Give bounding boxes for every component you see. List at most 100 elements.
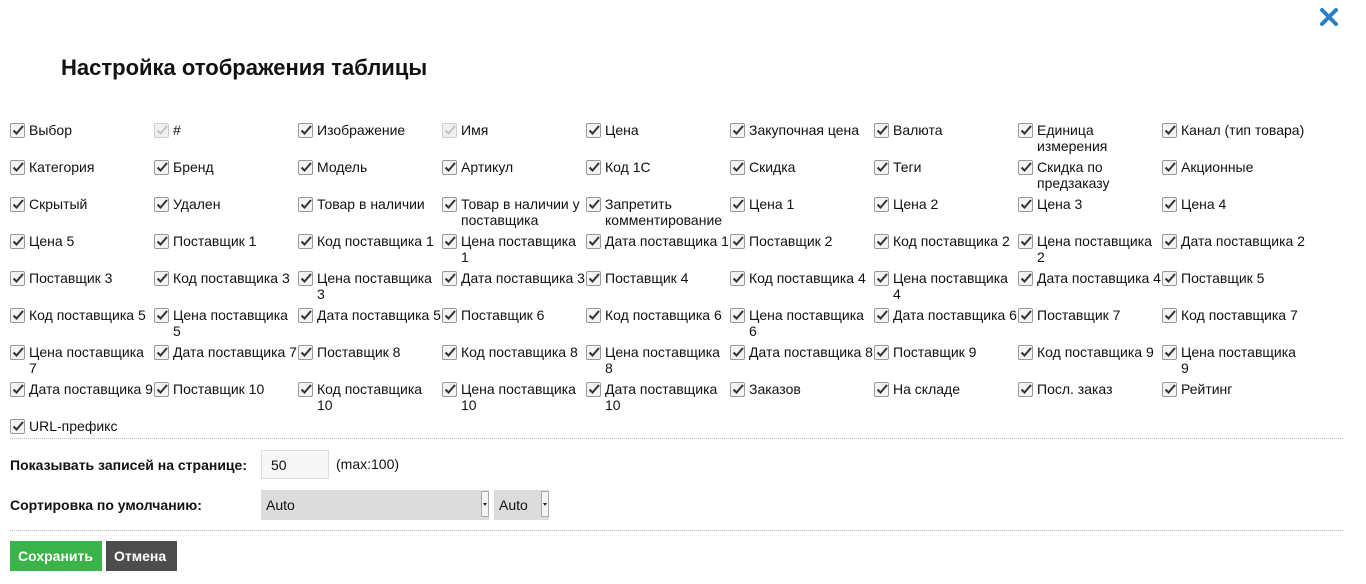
- checkbox[interactable]: [730, 345, 745, 360]
- checkbox[interactable]: [874, 197, 889, 212]
- column-option[interactable]: Дата поставщика 4: [1018, 270, 1162, 307]
- checkbox[interactable]: [298, 197, 313, 212]
- column-option[interactable]: Дата поставщика 2: [1162, 233, 1306, 270]
- column-option[interactable]: Цена 4: [1162, 196, 1306, 233]
- column-option[interactable]: Цена поставщика 9: [1162, 344, 1306, 381]
- close-icon[interactable]: [1318, 6, 1340, 28]
- column-option[interactable]: Поставщик 10: [154, 381, 298, 418]
- checkbox[interactable]: [298, 160, 313, 175]
- column-option[interactable]: Категория: [10, 159, 154, 196]
- checkbox[interactable]: [874, 234, 889, 249]
- checkbox[interactable]: [1018, 382, 1033, 397]
- column-option[interactable]: Товар в наличии: [298, 196, 442, 233]
- column-option[interactable]: Поставщик 4: [586, 270, 730, 307]
- checkbox[interactable]: [10, 382, 25, 397]
- checkbox[interactable]: [1162, 271, 1177, 286]
- checkbox[interactable]: [10, 234, 25, 249]
- cancel-button[interactable]: Отмена: [106, 541, 177, 571]
- column-option[interactable]: Поставщик 8: [298, 344, 442, 381]
- checkbox[interactable]: [1162, 160, 1177, 175]
- column-option[interactable]: Поставщик 2: [730, 233, 874, 270]
- checkbox[interactable]: [10, 197, 25, 212]
- checkbox[interactable]: [1162, 123, 1177, 138]
- checkbox[interactable]: [1018, 345, 1033, 360]
- column-option[interactable]: URL-префикс: [10, 418, 154, 455]
- checkbox[interactable]: [730, 123, 745, 138]
- checkbox[interactable]: [874, 345, 889, 360]
- sort-field-select[interactable]: Auto: [261, 490, 489, 520]
- column-option[interactable]: Изображение: [298, 122, 442, 159]
- checkbox[interactable]: [1162, 197, 1177, 212]
- column-option[interactable]: Канал (тип товара): [1162, 122, 1306, 159]
- checkbox[interactable]: [1018, 160, 1033, 175]
- column-option[interactable]: Цена поставщика 7: [10, 344, 154, 381]
- column-option[interactable]: Поставщик 5: [1162, 270, 1306, 307]
- column-option[interactable]: Артикул: [442, 159, 586, 196]
- checkbox[interactable]: [10, 160, 25, 175]
- column-option[interactable]: Удален: [154, 196, 298, 233]
- column-option[interactable]: Поставщик 7: [1018, 307, 1162, 344]
- column-option[interactable]: Дата поставщика 10: [586, 381, 730, 418]
- column-option[interactable]: Цена поставщика 1: [442, 233, 586, 270]
- column-option[interactable]: Код поставщика 3: [154, 270, 298, 307]
- column-option[interactable]: Цена 1: [730, 196, 874, 233]
- column-option[interactable]: Дата поставщика 7: [154, 344, 298, 381]
- column-option[interactable]: Цена поставщика 3: [298, 270, 442, 307]
- checkbox[interactable]: [1018, 234, 1033, 249]
- column-option[interactable]: Выбор: [10, 122, 154, 159]
- column-option[interactable]: Скрытый: [10, 196, 154, 233]
- checkbox[interactable]: [586, 382, 601, 397]
- column-option[interactable]: Дата поставщика 9: [10, 381, 154, 418]
- column-option[interactable]: На складе: [874, 381, 1018, 418]
- column-option[interactable]: Цена поставщика 4: [874, 270, 1018, 307]
- checkbox[interactable]: [730, 382, 745, 397]
- checkbox[interactable]: [154, 160, 169, 175]
- checkbox[interactable]: [730, 197, 745, 212]
- checkbox[interactable]: [10, 345, 25, 360]
- column-option[interactable]: Код поставщика 10: [298, 381, 442, 418]
- checkbox[interactable]: [1018, 123, 1033, 138]
- checkbox[interactable]: [298, 308, 313, 323]
- column-option[interactable]: Закупочная цена: [730, 122, 874, 159]
- checkbox[interactable]: [730, 271, 745, 286]
- checkbox[interactable]: [10, 123, 25, 138]
- checkbox[interactable]: [154, 197, 169, 212]
- checkbox[interactable]: [874, 123, 889, 138]
- checkbox[interactable]: [1162, 234, 1177, 249]
- column-option[interactable]: Теги: [874, 159, 1018, 196]
- checkbox[interactable]: [442, 308, 457, 323]
- checkbox[interactable]: [298, 271, 313, 286]
- column-option[interactable]: Цена 3: [1018, 196, 1162, 233]
- column-option[interactable]: Заказов: [730, 381, 874, 418]
- checkbox[interactable]: [298, 382, 313, 397]
- column-option[interactable]: Код поставщика 2: [874, 233, 1018, 270]
- column-option[interactable]: Дата поставщика 1: [586, 233, 730, 270]
- column-option[interactable]: Поставщик 6: [442, 307, 586, 344]
- checkbox[interactable]: [874, 271, 889, 286]
- checkbox[interactable]: [1162, 308, 1177, 323]
- checkbox[interactable]: [1018, 197, 1033, 212]
- sort-direction-select[interactable]: Auto: [494, 490, 549, 520]
- column-option[interactable]: Цена поставщика 10: [442, 381, 586, 418]
- column-option[interactable]: Цена 2: [874, 196, 1018, 233]
- column-option[interactable]: Цена: [586, 122, 730, 159]
- column-option[interactable]: Код поставщика 1: [298, 233, 442, 270]
- checkbox[interactable]: [586, 160, 601, 175]
- column-option[interactable]: Запретить комментирование: [586, 196, 730, 233]
- column-option[interactable]: Код поставщика 4: [730, 270, 874, 307]
- column-option[interactable]: Цена 5: [10, 233, 154, 270]
- checkbox[interactable]: [154, 345, 169, 360]
- column-option[interactable]: Поставщик 1: [154, 233, 298, 270]
- column-option[interactable]: Код поставщика 5: [10, 307, 154, 344]
- checkbox[interactable]: [1018, 308, 1033, 323]
- checkbox[interactable]: [154, 382, 169, 397]
- column-option[interactable]: Поставщик 3: [10, 270, 154, 307]
- checkbox[interactable]: [586, 345, 601, 360]
- checkbox[interactable]: [10, 308, 25, 323]
- checkbox[interactable]: [298, 234, 313, 249]
- checkbox[interactable]: [442, 271, 457, 286]
- column-option[interactable]: Дата поставщика 6: [874, 307, 1018, 344]
- column-option[interactable]: Модель: [298, 159, 442, 196]
- column-option[interactable]: Код поставщика 7: [1162, 307, 1306, 344]
- checkbox[interactable]: [298, 345, 313, 360]
